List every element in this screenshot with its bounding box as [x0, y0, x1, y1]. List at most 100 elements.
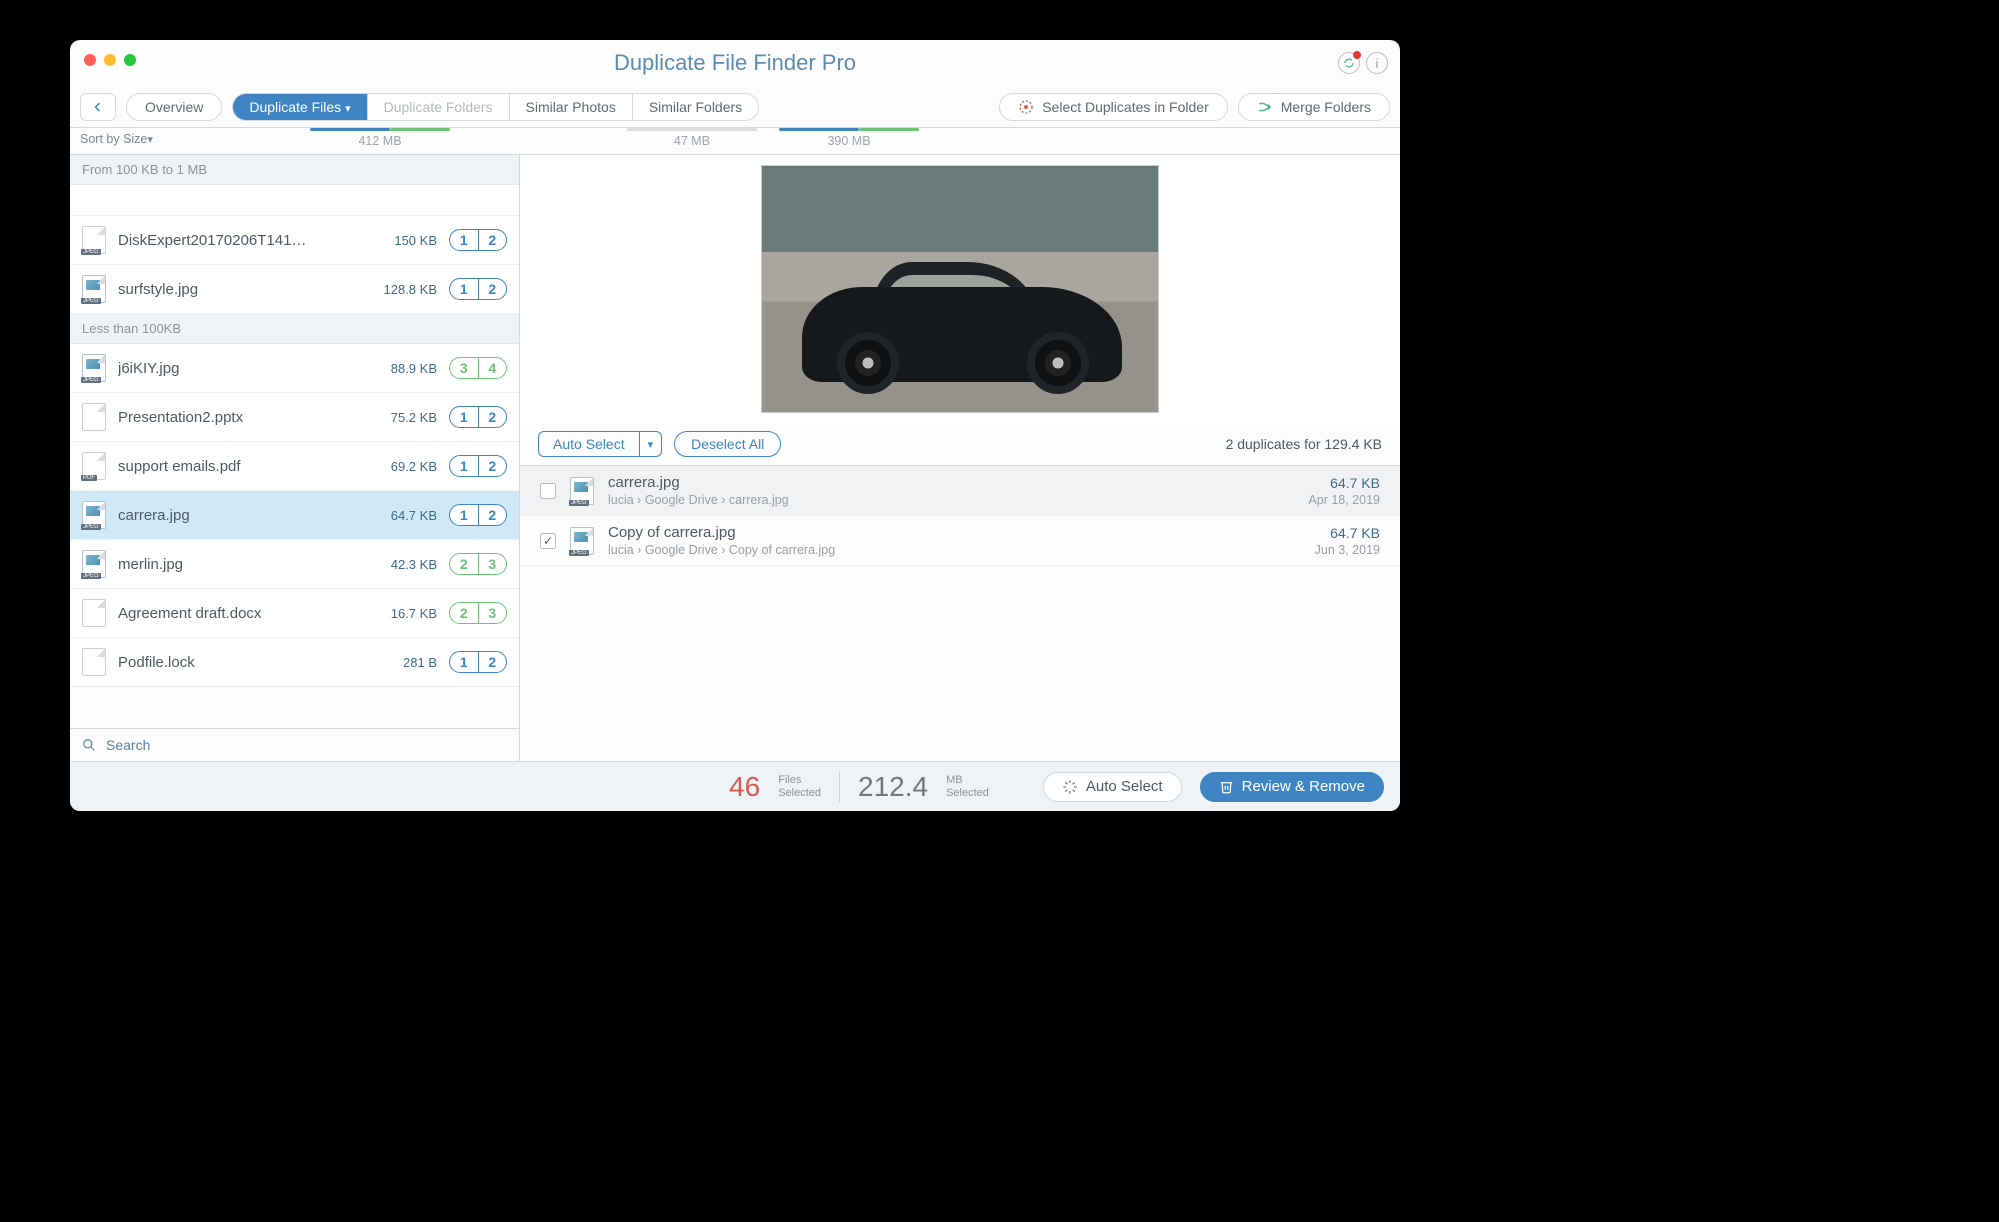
- list-item-selected[interactable]: JPEG carrera.jpg 64.7 KB 12: [70, 491, 519, 540]
- list-item[interactable]: JPEG DiskExpert20170206T141… 150 KB 12: [70, 216, 519, 265]
- badge-num: 2: [450, 554, 478, 574]
- dup-file-name: carrera.jpg: [608, 474, 1294, 491]
- dup-count-badge[interactable]: 12: [449, 406, 507, 428]
- dup-count-badge[interactable]: 23: [449, 553, 507, 575]
- file-size: 281 B: [369, 655, 437, 670]
- dup-file-path: lucia › Google Drive › Copy of carrera.j…: [608, 543, 1301, 557]
- badge-num: 2: [478, 456, 507, 476]
- review-and-remove-button[interactable]: Review & Remove: [1200, 772, 1384, 802]
- zoom-window-button[interactable]: [124, 54, 136, 66]
- badge-num: 2: [478, 230, 507, 250]
- badge-num: 1: [450, 230, 478, 250]
- dup-file-date: Jun 3, 2019: [1315, 543, 1380, 557]
- file-size: 64.7 KB: [369, 508, 437, 523]
- close-window-button[interactable]: [84, 54, 96, 66]
- file-icon: [82, 648, 106, 676]
- jpeg-icon: JPEG: [82, 275, 106, 303]
- tab-similar-folders[interactable]: Similar Folders: [632, 94, 758, 120]
- chevron-down-icon: [345, 99, 351, 115]
- sync-icon[interactable]: [1338, 52, 1360, 74]
- file-size: 75.2 KB: [369, 410, 437, 425]
- detail-pane: Auto Select Deselect All 2 duplicates fo…: [520, 155, 1400, 761]
- dup-count-badge[interactable]: 12: [449, 278, 507, 300]
- minimize-window-button[interactable]: [104, 54, 116, 66]
- status-footer: 46 FilesSelected 212.4 MBSelected Auto S…: [70, 761, 1400, 811]
- preview-image: [761, 165, 1159, 413]
- dup-count-badge[interactable]: 34: [449, 357, 507, 379]
- file-name: Agreement draft.docx: [118, 605, 357, 622]
- label-line: Files: [778, 774, 801, 786]
- list-item[interactable]: PDF support emails.pdf 69.2 KB 12: [70, 442, 519, 491]
- file-name: support emails.pdf: [118, 458, 357, 475]
- chevron-down-icon: [147, 132, 153, 146]
- list-item[interactable]: JPEG j6iKIY.jpg 88.9 KB 34: [70, 344, 519, 393]
- button-label: Select Duplicates in Folder: [1042, 99, 1209, 115]
- list-item-partial[interactable]: 12: [70, 185, 519, 216]
- duplicate-instance-list: JPEG carrera.jpg lucia › Google Drive › …: [520, 465, 1400, 566]
- app-window: Duplicate File Finder Pro i Overview Dup…: [70, 40, 1400, 811]
- trash-icon: [1219, 779, 1234, 794]
- sort-by-control[interactable]: Sort by Size: [80, 132, 153, 146]
- checkbox-checked[interactable]: ✓: [540, 533, 556, 549]
- dup-count-badge[interactable]: 12: [449, 651, 507, 673]
- dup-file-date: Apr 18, 2019: [1308, 493, 1380, 507]
- button-label: Deselect All: [691, 436, 764, 452]
- duplicates-summary: 2 duplicates for 129.4 KB: [1226, 436, 1382, 452]
- list-item[interactable]: JPEG merlin.jpg 42.3 KB 23: [70, 540, 519, 589]
- tab-duplicate-files[interactable]: Duplicate Files: [233, 94, 366, 120]
- label-line: MB: [946, 774, 963, 786]
- list-item[interactable]: JPEG surfstyle.jpg 128.8 KB 12: [70, 265, 519, 314]
- checkbox[interactable]: [540, 483, 556, 499]
- search-bar[interactable]: Search: [70, 728, 519, 761]
- info-icon[interactable]: i: [1366, 52, 1388, 74]
- tab-similar-photos[interactable]: Similar Photos: [509, 94, 632, 120]
- deselect-all-button[interactable]: Deselect All: [674, 431, 781, 457]
- file-list-sidebar: From 100 KB to 1 MB 12 JPEG DiskExpert20…: [70, 155, 520, 761]
- file-icon: [82, 403, 106, 431]
- badge-num: 1: [450, 279, 478, 299]
- detail-actions: Auto Select Deselect All 2 duplicates fo…: [520, 423, 1400, 465]
- file-size: 16.7 KB: [369, 606, 437, 621]
- toolbar: Overview Duplicate Files Duplicate Folde…: [70, 86, 1400, 128]
- pdf-icon: PDF: [82, 452, 106, 480]
- files-selected-count: 46: [729, 771, 760, 803]
- label-line: Selected: [946, 787, 989, 799]
- dup-count-badge[interactable]: 12: [449, 229, 507, 251]
- dup-file-size: 64.7 KB: [1308, 475, 1380, 491]
- badge-num: 2: [478, 407, 507, 427]
- back-button[interactable]: [80, 93, 116, 121]
- list-item[interactable]: Podfile.lock 281 B 12: [70, 638, 519, 687]
- badge-num: 3: [450, 358, 478, 378]
- list-item[interactable]: Agreement draft.docx 16.7 KB 23: [70, 589, 519, 638]
- auto-select-dropdown[interactable]: Auto Select: [538, 431, 662, 457]
- tab-metrics: Sort by Size 412 MB 47 MB 390 MB: [70, 128, 1400, 154]
- dup-count-badge[interactable]: 12: [449, 455, 507, 477]
- jpeg-icon: JPEG: [82, 501, 106, 529]
- badge-num: 4: [478, 358, 507, 378]
- view-tabs: Duplicate Files Duplicate Folders Simila…: [232, 93, 759, 121]
- duplicate-row[interactable]: JPEG carrera.jpg lucia › Google Drive › …: [520, 466, 1400, 516]
- duplicate-file-list[interactable]: From 100 KB to 1 MB 12 JPEG DiskExpert20…: [70, 155, 519, 728]
- label-line: Selected: [778, 787, 821, 799]
- file-name: carrera.jpg: [118, 507, 357, 524]
- search-icon: [82, 738, 96, 752]
- file-name: j6iKIY.jpg: [118, 360, 357, 377]
- auto-select-button[interactable]: Auto Select: [1043, 772, 1182, 802]
- button-label: Merge Folders: [1281, 99, 1371, 115]
- tab-duplicate-folders[interactable]: Duplicate Folders: [367, 94, 509, 120]
- image-preview: [520, 155, 1400, 423]
- overview-button[interactable]: Overview: [126, 93, 222, 121]
- merge-folders-button[interactable]: Merge Folders: [1238, 93, 1390, 121]
- chevron-down-icon: [639, 432, 662, 456]
- list-item[interactable]: Presentation2.pptx 75.2 KB 12: [70, 393, 519, 442]
- jpeg-icon: JPEG: [570, 527, 594, 555]
- dup-file-size: 64.7 KB: [1315, 525, 1380, 541]
- file-size: 69.2 KB: [369, 459, 437, 474]
- select-duplicates-in-folder-button[interactable]: Select Duplicates in Folder: [999, 93, 1228, 121]
- duplicate-row[interactable]: ✓ JPEG Copy of carrera.jpg lucia › Googl…: [520, 516, 1400, 566]
- dup-file-name: Copy of carrera.jpg: [608, 524, 1301, 541]
- size-selected-count: 212.4: [858, 771, 928, 803]
- dup-count-badge[interactable]: 23: [449, 602, 507, 624]
- dup-count-badge[interactable]: 12: [449, 504, 507, 526]
- badge-num: 1: [450, 652, 478, 672]
